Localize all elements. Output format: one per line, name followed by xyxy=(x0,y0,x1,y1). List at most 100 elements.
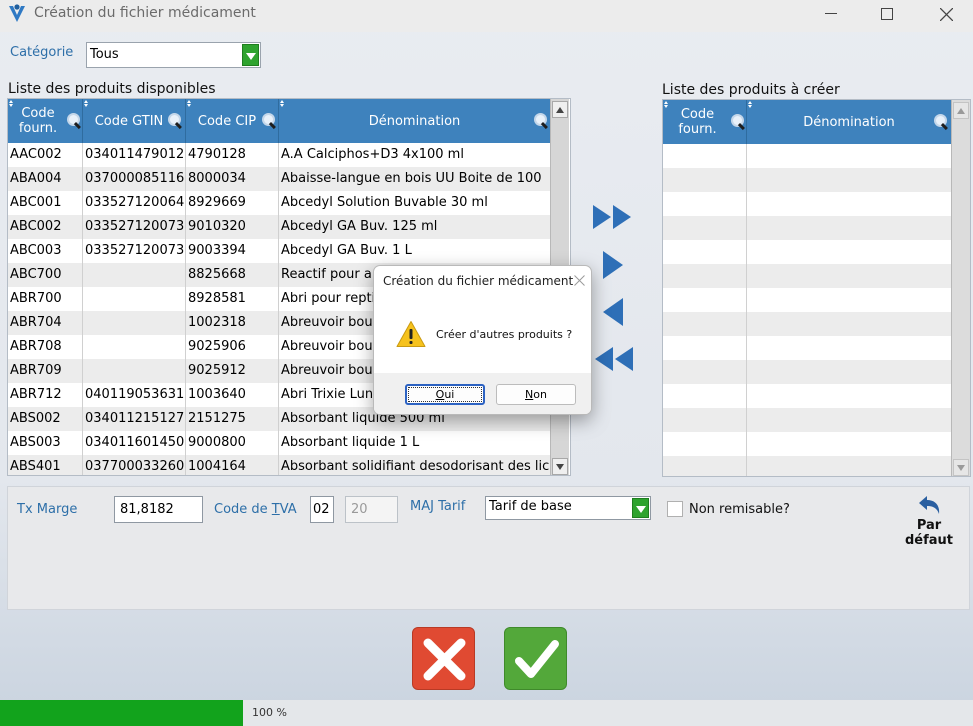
table-cell: ABS401 xyxy=(8,455,83,475)
table-cell: 9025912 xyxy=(186,359,279,383)
scroll-up-button[interactable] xyxy=(953,102,969,119)
par-defaut-button[interactable]: Par défaut xyxy=(900,494,958,548)
maximize-icon xyxy=(881,8,893,20)
dialog-close-button[interactable] xyxy=(574,269,585,290)
add-selected-button[interactable] xyxy=(593,249,637,281)
tocreate-products-table[interactable]: Code fourn. Dénomination xyxy=(662,99,971,477)
minimize-button[interactable] xyxy=(808,0,854,28)
table-row[interactable] xyxy=(663,456,951,476)
table-row[interactable] xyxy=(663,240,951,264)
sort-icon[interactable] xyxy=(664,101,669,108)
maj-tarif-select[interactable]: Tarif de base xyxy=(485,496,651,520)
remove-selected-button[interactable] xyxy=(591,296,635,328)
column-header-code-fourn[interactable]: Code fourn. xyxy=(663,100,747,144)
table-row[interactable] xyxy=(663,360,951,384)
scroll-down-button[interactable] xyxy=(953,459,969,476)
table-cell: 033527120073 xyxy=(83,239,186,263)
non-remisable-checkbox[interactable] xyxy=(667,501,683,517)
category-select[interactable]: Tous xyxy=(86,42,261,68)
sort-icon[interactable] xyxy=(748,101,753,108)
sort-icon[interactable] xyxy=(187,100,192,107)
table-cell: 034011479012 xyxy=(83,143,186,167)
vertical-scrollbar[interactable] xyxy=(951,100,970,476)
search-icon[interactable] xyxy=(533,112,550,129)
table-row[interactable]: ABC003 033527120073 9003394 Abcedyl GA Buv.… xyxy=(8,239,550,263)
column-header-denomination[interactable]: Dénomination xyxy=(747,100,951,144)
table-cell xyxy=(747,216,951,240)
search-icon[interactable] xyxy=(261,112,278,129)
table-row[interactable]: ABC002 033527120073 9010320 Abcedyl GA Buv.… xyxy=(8,215,550,239)
tx-marge-input[interactable]: 81,8182 xyxy=(114,496,203,523)
column-header-code-fourn[interactable]: Code fourn. xyxy=(8,99,83,143)
table-row[interactable]: AAC002 034011479012 4790128 A.A Calciphos+D… xyxy=(8,143,550,167)
sort-icon[interactable] xyxy=(280,100,285,107)
table-cell: ABC001 xyxy=(8,191,83,215)
yes-button[interactable]: Oui xyxy=(405,384,485,405)
table-cell: 8929669 xyxy=(186,191,279,215)
sort-icon[interactable] xyxy=(9,100,14,107)
table-cell: 037000085116 xyxy=(83,167,186,191)
scroll-up-button[interactable] xyxy=(552,101,568,118)
undo-arrow-icon xyxy=(919,496,940,514)
check-icon xyxy=(515,640,559,678)
table-row[interactable] xyxy=(663,288,951,312)
table-cell: AAC002 xyxy=(8,143,83,167)
table-cell: 033527120064 xyxy=(83,191,186,215)
add-all-button[interactable] xyxy=(591,201,635,233)
arrow-right-icon xyxy=(603,251,623,279)
table-row[interactable] xyxy=(663,144,951,168)
column-header-code-gtin[interactable]: Code GTIN xyxy=(83,99,186,143)
cancel-button[interactable] xyxy=(412,627,475,690)
table-row[interactable] xyxy=(663,216,951,240)
table-row[interactable] xyxy=(663,312,951,336)
table-row[interactable] xyxy=(663,336,951,360)
table-row[interactable]: ABC001 033527120064 8929669 Abcedyl Solutio… xyxy=(8,191,550,215)
arrow-down-icon xyxy=(957,464,965,471)
tva-code-label: Code de TVA xyxy=(214,502,297,517)
table-row[interactable] xyxy=(663,264,951,288)
table-cell: 037700033260 xyxy=(83,455,186,475)
maximize-button[interactable] xyxy=(864,0,910,28)
search-icon[interactable] xyxy=(66,112,83,129)
dialog-message: Créer d'autres produits ? xyxy=(436,328,573,341)
chevron-down-icon[interactable] xyxy=(632,498,649,518)
table-cell: Absorbant solidifiant desodorisant des l… xyxy=(281,459,550,474)
table-row[interactable]: ABS401 037700033260 1004164 Absorbant solid… xyxy=(8,455,550,475)
remove-all-button[interactable] xyxy=(591,343,635,375)
table-cell: Abaisse-langue en bois UU Boite de 100 xyxy=(281,171,542,186)
table-cell: ABR708 xyxy=(8,335,83,359)
table-cell xyxy=(747,456,951,476)
column-header-denomination[interactable]: Dénomination xyxy=(279,99,550,143)
search-icon[interactable] xyxy=(933,113,950,130)
table-cell xyxy=(663,432,747,456)
table-cell xyxy=(663,408,747,432)
table-row[interactable]: ABA004 037000085116 8000034 Abaisse-langue … xyxy=(8,167,550,191)
no-button[interactable]: Non xyxy=(496,384,576,405)
table-cell xyxy=(663,168,747,192)
search-icon[interactable] xyxy=(730,113,747,130)
par-defaut-line1: Par xyxy=(916,518,942,533)
table-row[interactable] xyxy=(663,192,951,216)
sort-icon[interactable] xyxy=(84,100,89,107)
table-cell xyxy=(663,144,747,168)
tva-code-input[interactable]: 02 xyxy=(310,496,334,523)
table-cell: 8825668 xyxy=(186,263,279,287)
table-row[interactable]: ABS003 034011601450 9000800 Absorbant liqui… xyxy=(8,431,550,455)
validate-button[interactable] xyxy=(504,627,567,690)
table-cell xyxy=(747,336,951,360)
table-cell: 9003394 xyxy=(186,239,279,263)
table-cell xyxy=(747,144,951,168)
table-cell xyxy=(663,240,747,264)
search-icon[interactable] xyxy=(167,112,184,129)
table-row[interactable] xyxy=(663,384,951,408)
chevron-down-icon[interactable] xyxy=(242,44,259,66)
scroll-down-button[interactable] xyxy=(552,458,568,475)
table-row[interactable] xyxy=(663,408,951,432)
table-row[interactable] xyxy=(663,432,951,456)
column-header-code-cip[interactable]: Code CIP xyxy=(186,99,279,143)
table-cell xyxy=(83,335,186,359)
table-row[interactable] xyxy=(663,168,951,192)
table-cell: 9025906 xyxy=(186,335,279,359)
close-window-button[interactable] xyxy=(923,0,969,28)
table-cell xyxy=(663,192,747,216)
